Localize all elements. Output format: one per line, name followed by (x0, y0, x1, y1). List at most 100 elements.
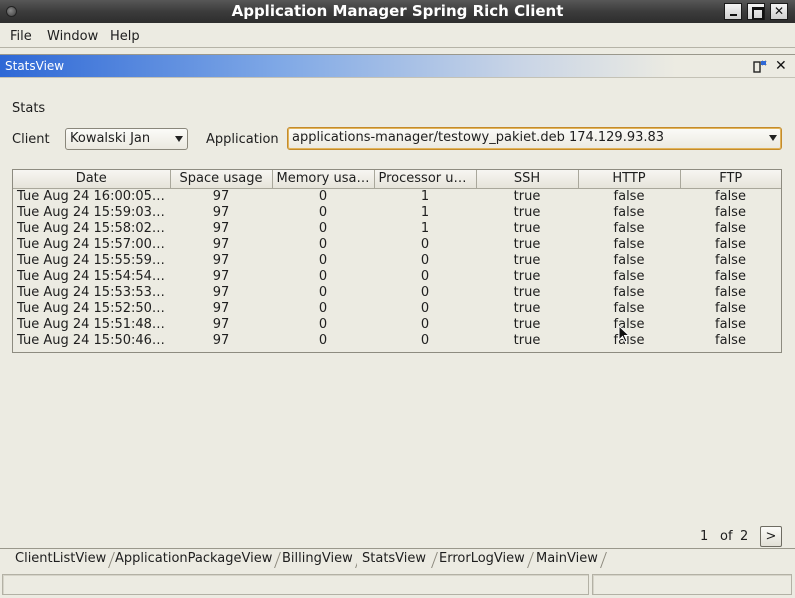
column-header-http[interactable]: HTTP (578, 170, 681, 189)
application-value: applications-manager/testowy_pakiet.deb … (292, 130, 665, 145)
view-tab-bar: ClientListView ApplicationPackageView Bi… (0, 548, 795, 570)
table-row[interactable]: Tue Aug 24 15:53:53 ... 97 0 0 true false fals… (13, 284, 781, 300)
cell-ftp: false (715, 316, 746, 332)
cell-http: false (613, 204, 645, 220)
cell-processor: 0 (420, 332, 430, 348)
chevron-down-icon (769, 135, 777, 141)
title-bar: Application Manager Spring Rich Client ✕ (0, 0, 795, 23)
tab-mainview[interactable]: MainView (536, 549, 607, 570)
column-header-space-usage[interactable]: Space usage (170, 170, 273, 189)
table-row[interactable]: Tue Aug 24 16:00:05 ... 97 0 1 true false fals… (13, 188, 781, 204)
cell-date: Tue Aug 24 15:54:54 ... (17, 268, 169, 284)
cell-date: Tue Aug 24 15:55:59 ... (17, 252, 169, 268)
table-row[interactable]: Tue Aug 24 15:58:02 ... 97 0 1 true false fals… (13, 220, 781, 236)
column-header-memory-usage[interactable]: Memory usage (272, 170, 375, 189)
cell-memory: 0 (318, 204, 328, 220)
tab-applicationpackageview[interactable]: ApplicationPackageView (115, 549, 282, 570)
tab-label: MainView (536, 551, 598, 566)
column-header-date[interactable]: Date (13, 170, 171, 189)
cell-ssh: true (513, 300, 541, 316)
cell-date: Tue Aug 24 15:53:53 ... (17, 284, 169, 300)
cell-space: 97 (212, 252, 230, 268)
next-page-button[interactable]: > (760, 526, 782, 547)
tab-clientlistview[interactable]: ClientListView (15, 549, 116, 570)
cell-space: 97 (212, 236, 230, 252)
cell-ssh: true (513, 316, 541, 332)
cell-memory: 0 (318, 188, 328, 204)
menu-file[interactable]: File (10, 29, 32, 44)
cell-date: Tue Aug 24 15:50:46 ... (17, 332, 169, 348)
application-combo[interactable]: applications-manager/testowy_pakiet.deb … (287, 127, 782, 150)
cell-http: false (613, 220, 645, 236)
cell-memory: 0 (318, 332, 328, 348)
tab-errorlogview[interactable]: ErrorLogView (439, 549, 534, 570)
status-bar (0, 572, 795, 598)
table-row[interactable]: Tue Aug 24 15:59:03 ... 97 0 1 true false fals… (13, 204, 781, 220)
client-label: Client (12, 132, 50, 147)
tab-label: ApplicationPackageView (115, 551, 273, 566)
cell-memory: 0 (318, 236, 328, 252)
pager-of: of (720, 529, 733, 544)
cell-space: 97 (212, 300, 230, 316)
cell-ftp: false (715, 268, 746, 284)
stats-heading: Stats (12, 101, 46, 116)
tab-billingview[interactable]: BillingView (282, 549, 362, 570)
cell-ssh: true (513, 188, 541, 204)
cell-processor: 0 (420, 300, 430, 316)
cell-space: 97 (212, 332, 230, 348)
menu-bar: File Window Help (0, 23, 795, 50)
cell-ssh: true (513, 204, 541, 220)
maximize-button[interactable] (747, 3, 765, 20)
cell-ftp: false (715, 204, 746, 220)
cell-http: false (613, 268, 645, 284)
tab-statsview[interactable]: StatsView (357, 549, 438, 570)
cell-date: Tue Aug 24 15:58:02 ... (17, 220, 169, 236)
cell-space: 97 (212, 204, 230, 220)
table-row[interactable]: Tue Aug 24 15:55:59 ... 97 0 0 true false fals… (13, 252, 781, 268)
view-title: StatsView (5, 59, 65, 73)
status-panel-main (2, 574, 589, 595)
cell-http: false (613, 252, 645, 268)
tab-label: ClientListView (15, 551, 107, 566)
cell-ftp: false (715, 236, 746, 252)
menu-window[interactable]: Window (47, 29, 98, 44)
application-label: Application (206, 132, 279, 147)
cell-processor: 1 (420, 220, 430, 236)
cell-date: Tue Aug 24 15:57:00 ... (17, 236, 169, 252)
column-header-ftp[interactable]: FTP (680, 170, 781, 189)
table-row[interactable]: Tue Aug 24 15:51:48 ... 97 0 0 true false fals… (13, 316, 781, 332)
menu-help[interactable]: Help (110, 29, 140, 44)
cell-ssh: true (513, 268, 541, 284)
table-row[interactable]: Tue Aug 24 15:50:46 ... 97 0 0 true false fals… (13, 332, 781, 348)
cell-http: false (613, 236, 645, 252)
cell-date: Tue Aug 24 16:00:05 ... (17, 188, 169, 204)
cell-date: Tue Aug 24 15:51:48 ... (17, 316, 169, 332)
cell-processor: 0 (420, 252, 430, 268)
cell-ssh: true (513, 220, 541, 236)
tab-label: ErrorLogView (439, 551, 525, 566)
tab-label: BillingView (282, 551, 353, 566)
column-header-ssh[interactable]: SSH (476, 170, 579, 189)
tab-label: StatsView (362, 551, 427, 566)
status-panel-secondary (592, 574, 792, 595)
pager-total: 2 (740, 529, 749, 544)
table-row[interactable]: Tue Aug 24 15:52:50 ... 97 0 0 true false fals… (13, 300, 781, 316)
cell-ssh: true (513, 236, 541, 252)
cell-memory: 0 (318, 268, 328, 284)
stats-table[interactable]: Date Space usage Memory usage Processor … (12, 169, 782, 353)
close-button[interactable]: ✕ (770, 3, 788, 20)
cell-memory: 0 (318, 316, 328, 332)
minimize-button[interactable] (724, 3, 742, 20)
restore-view-icon[interactable] (753, 60, 767, 73)
cell-processor: 0 (420, 316, 430, 332)
mouse-cursor-icon (618, 325, 630, 343)
cell-space: 97 (212, 268, 230, 284)
table-row[interactable]: Tue Aug 24 15:57:00 ... 97 0 0 true false fals… (13, 236, 781, 252)
cell-processor: 1 (420, 188, 430, 204)
table-row[interactable]: Tue Aug 24 15:54:54 ... 97 0 0 true false fals… (13, 268, 781, 284)
close-view-icon[interactable]: ✕ (775, 58, 787, 74)
cell-space: 97 (212, 188, 230, 204)
client-combo[interactable]: Kowalski Jan (65, 128, 188, 150)
cell-date: Tue Aug 24 15:59:03 ... (17, 204, 169, 220)
column-header-processor-usage[interactable]: Processor us... (374, 170, 477, 189)
